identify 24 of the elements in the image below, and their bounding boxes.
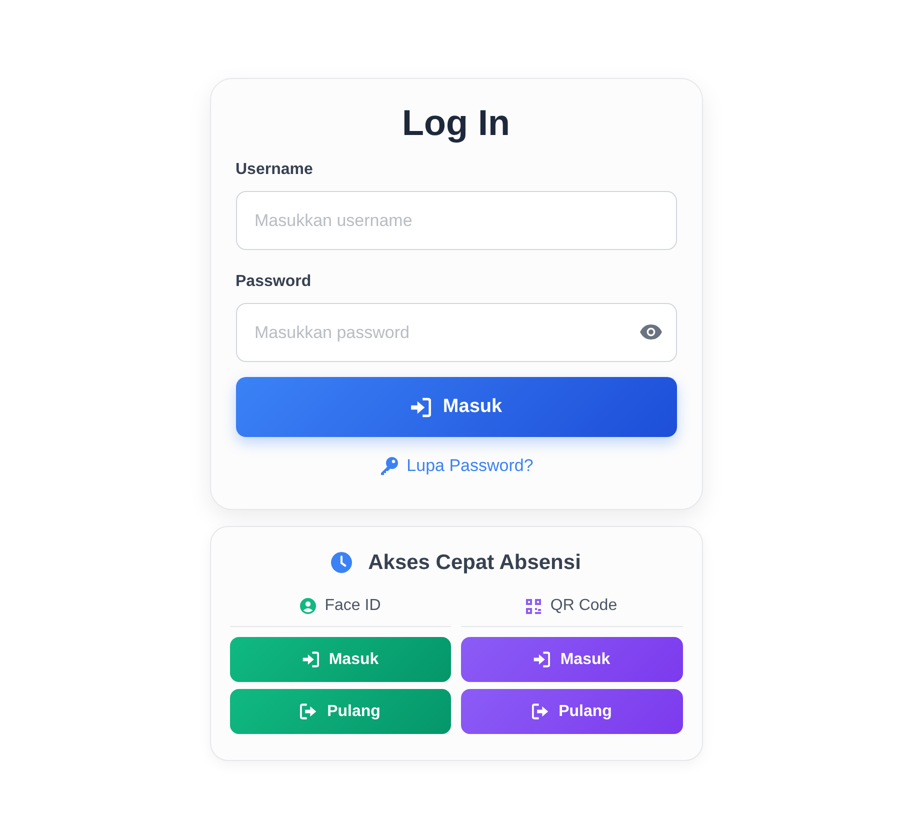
check-out-button[interactable]: Pulang <box>230 689 451 734</box>
login-button[interactable]: Masuk <box>236 377 676 438</box>
check-in-button[interactable]: Masuk <box>230 637 451 682</box>
column-label: QR Code <box>550 596 618 616</box>
sign-in-icon <box>302 651 319 668</box>
check-out-button[interactable]: Pulang <box>461 689 682 734</box>
username-field[interactable]: Masukkan username <box>236 191 676 250</box>
qr-code-icon <box>526 598 542 614</box>
check-in-button[interactable]: Masuk <box>461 637 682 682</box>
field-label: Password <box>236 272 312 292</box>
password-field[interactable]: Masukkan password <box>236 303 676 362</box>
sign-out-icon <box>532 703 549 720</box>
sign-in-icon <box>410 396 431 418</box>
key-icon <box>378 456 399 476</box>
login-title: Log In <box>401 101 511 144</box>
quick-access-title: Akses Cepat Absensi <box>368 550 581 576</box>
field-label: Username <box>236 160 314 180</box>
forgot-password-link[interactable]: Lupa Password? <box>406 453 534 479</box>
column-label: Face ID <box>324 596 381 616</box>
clock-icon <box>331 552 352 573</box>
sign-out-icon <box>300 703 318 720</box>
eye-icon[interactable] <box>638 324 662 340</box>
sign-in-icon <box>533 651 550 668</box>
user-icon <box>300 598 316 614</box>
